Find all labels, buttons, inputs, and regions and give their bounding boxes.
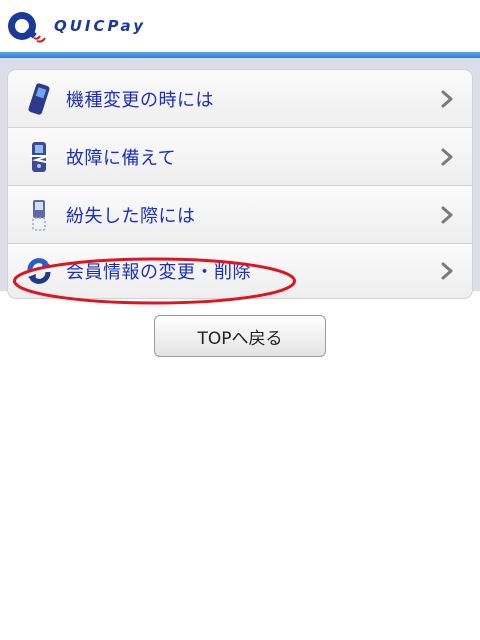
- menu-item-label: 機種変更の時には: [66, 89, 214, 111]
- app-header: QUICPay: [0, 0, 480, 52]
- menu-item-member-info[interactable]: 会員情報の変更・削除: [8, 244, 472, 298]
- lost-phone-icon: [24, 198, 54, 232]
- menu-item-breakdown[interactable]: 故障に備えて: [8, 128, 472, 186]
- quicpay-logo-icon: [8, 12, 46, 43]
- top-button-container: TOPへ戻る: [0, 315, 480, 357]
- mobile-phone-icon: [24, 82, 54, 116]
- refresh-icon: [24, 254, 54, 288]
- menu-item-label: 会員情報の変更・削除: [66, 262, 251, 283]
- menu-item-label: 故障に備えて: [66, 147, 177, 169]
- back-to-top-button[interactable]: TOPへ戻る: [154, 315, 326, 357]
- menu-item-label: 紛失した際には: [66, 205, 196, 227]
- chevron-right-icon: [441, 206, 453, 223]
- chevron-right-icon: [441, 148, 453, 165]
- menu-panel: 機種変更の時には 故障に備えて 紛失した際には 会員情報の変更・削除: [0, 58, 480, 298]
- broken-phone-icon: [24, 140, 54, 174]
- logo-text: QUICPay: [54, 17, 146, 35]
- chevron-right-icon: [441, 262, 453, 280]
- quicpay-logo[interactable]: QUICPay: [4, 6, 146, 46]
- chevron-right-icon: [441, 90, 453, 107]
- menu-list: 機種変更の時には 故障に備えて 紛失した際には 会員情報の変更・削除: [8, 70, 472, 298]
- menu-item-loss[interactable]: 紛失した際には: [8, 186, 472, 244]
- menu-item-model-change[interactable]: 機種変更の時には: [8, 70, 472, 128]
